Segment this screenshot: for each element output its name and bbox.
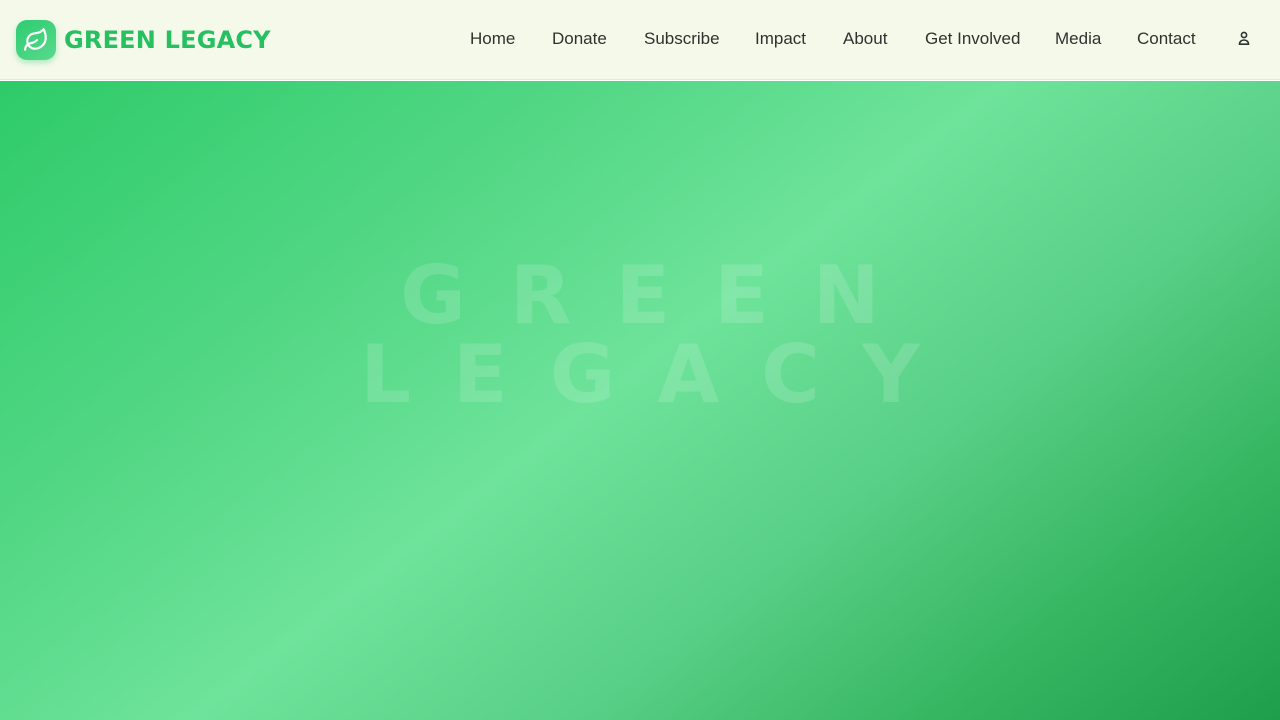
page: GREEN LEGACY Home Donate Subscribe Impac…	[0, 0, 1280, 720]
user-icon	[1237, 30, 1251, 51]
hero-banner: GREEN LEGACY	[0, 81, 1280, 720]
nav-link-about[interactable]: About	[843, 29, 887, 49]
hero-watermark-line1: GREEN	[400, 249, 924, 342]
top-navbar: GREEN LEGACY Home Donate Subscribe Impac…	[0, 0, 1280, 80]
nav-link-home[interactable]: Home	[470, 29, 515, 49]
nav-link-contact[interactable]: Contact	[1137, 29, 1196, 49]
leaf-icon	[16, 19, 56, 60]
hero-watermark-line2: LEGACY	[360, 328, 962, 421]
brand-home-link[interactable]: GREEN LEGACY	[16, 19, 271, 60]
nav-link-subscribe[interactable]: Subscribe	[644, 29, 720, 49]
account-button[interactable]	[1232, 28, 1256, 52]
brand-name: GREEN LEGACY	[64, 25, 271, 54]
nav-link-impact[interactable]: Impact	[755, 29, 806, 49]
nav-link-media[interactable]: Media	[1055, 29, 1101, 49]
nav-link-get-involved[interactable]: Get Involved	[925, 29, 1020, 49]
nav-link-donate[interactable]: Donate	[552, 29, 607, 49]
